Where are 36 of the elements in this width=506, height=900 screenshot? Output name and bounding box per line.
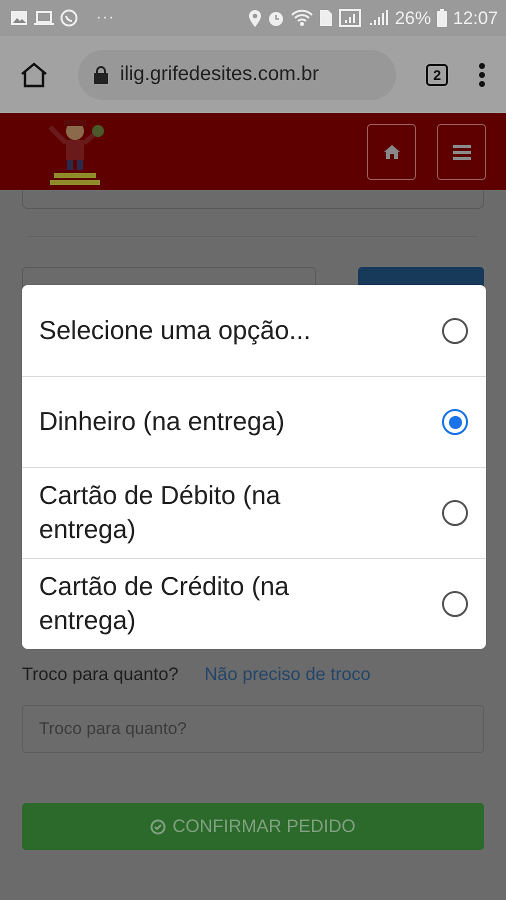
lock-icon bbox=[94, 66, 108, 84]
radio-button[interactable] bbox=[442, 591, 468, 617]
more-text: ··· bbox=[96, 9, 115, 27]
option-row[interactable]: Dinheiro (na entrega) bbox=[22, 376, 486, 467]
location-icon bbox=[248, 10, 261, 26]
battery-percent: 26% bbox=[394, 8, 431, 28]
option-label: Cartão de Débito (na entrega) bbox=[39, 479, 282, 546]
tab-count-button[interactable]: 2 bbox=[426, 64, 448, 86]
option-row[interactable]: Cartão de Débito (na entrega) bbox=[22, 467, 486, 558]
option-label: Dinheiro (na entrega) bbox=[39, 405, 286, 438]
battery-icon bbox=[436, 9, 447, 27]
menu-icon bbox=[452, 144, 470, 160]
home-button[interactable] bbox=[367, 124, 416, 180]
check-circle-icon bbox=[150, 818, 166, 834]
radio-button[interactable] bbox=[442, 500, 468, 526]
clock-time: 12:07 bbox=[452, 8, 498, 28]
sim-icon bbox=[318, 9, 333, 27]
radio-button[interactable] bbox=[442, 318, 468, 344]
image-icon bbox=[10, 10, 28, 26]
home-icon bbox=[20, 62, 48, 88]
option-row[interactable]: Cartão de Crédito (na entrega) bbox=[22, 558, 486, 649]
change-label: Troco para quanto? bbox=[22, 664, 178, 685]
menu-button[interactable] bbox=[437, 124, 486, 180]
signal-icon bbox=[338, 9, 363, 27]
home-icon bbox=[384, 144, 400, 158]
wifi-icon bbox=[290, 9, 313, 27]
option-label: Cartão de Crédito (na entrega) bbox=[39, 570, 290, 637]
address-bar[interactable]: ilig.grifedesites.com.br bbox=[78, 50, 396, 100]
option-row[interactable]: Selecione uma opção... bbox=[22, 285, 486, 376]
url-text: ilig.grifedesites.com.br bbox=[120, 63, 319, 86]
radio-button[interactable] bbox=[442, 409, 468, 435]
chat-icon bbox=[60, 9, 78, 27]
more-options-icon bbox=[478, 62, 486, 88]
option-label: Selecione uma opção... bbox=[39, 314, 312, 347]
laptop-icon bbox=[34, 10, 54, 26]
signal-bars-icon bbox=[368, 9, 389, 27]
